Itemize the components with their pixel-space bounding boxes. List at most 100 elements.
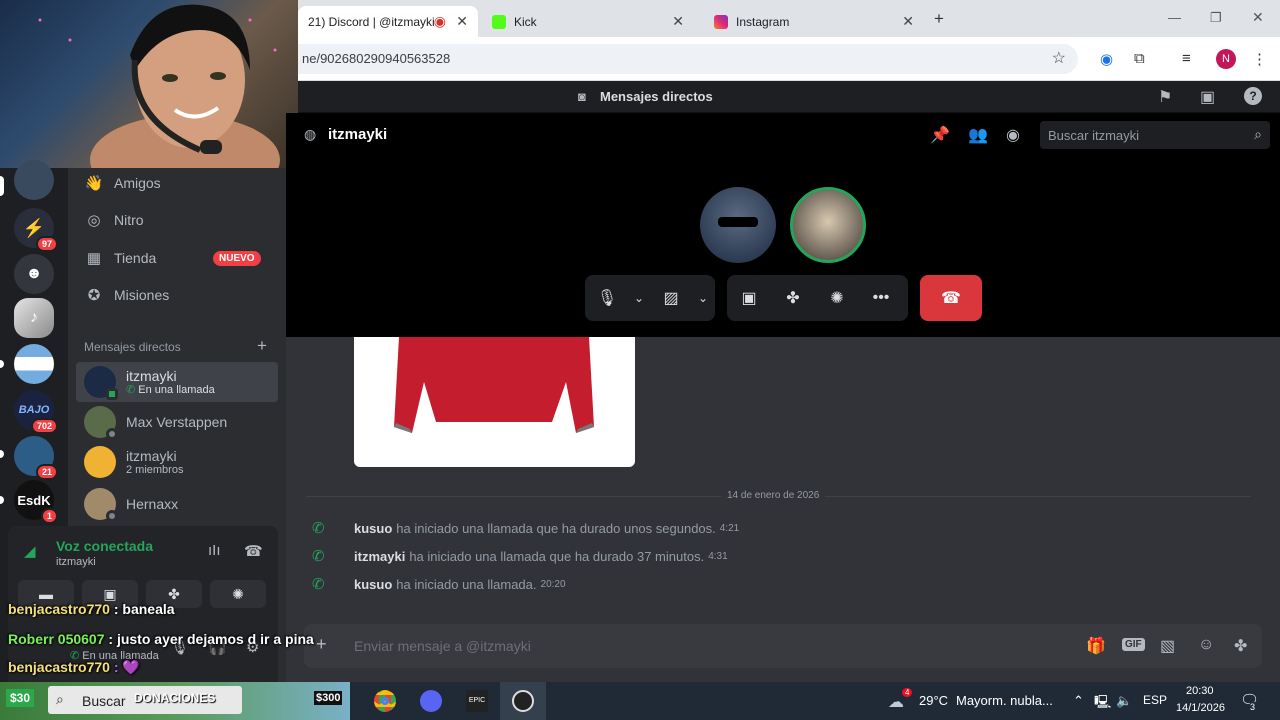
- activities-icon: ✤: [168, 585, 180, 602]
- screen-share-icon[interactable]: ▣: [727, 288, 771, 308]
- tab-discord[interactable]: 21) Discord | @itzmayki ◉ ✕: [298, 6, 478, 37]
- search-input[interactable]: Buscar itzmayki ⌕: [1040, 121, 1270, 149]
- soundboard-icon[interactable]: ✺: [815, 288, 859, 308]
- donation-overlay: $30 ⌕ Buscar DONACIONES $300: [0, 682, 350, 720]
- unread-badge: 21: [35, 464, 58, 480]
- menu-icon[interactable]: ⋮: [1252, 50, 1267, 68]
- emoji-icon[interactable]: ☺: [1198, 636, 1214, 654]
- network-icon[interactable]: 🖳: [1094, 693, 1111, 715]
- close-tab-icon[interactable]: ✕: [902, 13, 914, 30]
- chrome-icon[interactable]: [374, 690, 396, 712]
- speaking-participant-avatar[interactable]: [790, 187, 866, 263]
- pin-icon[interactable]: 📌: [930, 125, 950, 145]
- windows-taskbar: $30 ⌕ Buscar DONACIONES $300 EPIC ☁ 4 29…: [0, 682, 1280, 720]
- inbox-icon[interactable]: ▣: [1200, 87, 1215, 107]
- participant-avatar[interactable]: [700, 187, 776, 263]
- activities-icon[interactable]: ✤: [771, 288, 815, 308]
- close-window-button[interactable]: ✕: [1252, 9, 1264, 26]
- nav-shop[interactable]: ▦ Tienda: [84, 241, 156, 275]
- clock-date[interactable]: 14/1/2026: [1176, 702, 1225, 714]
- dm-item[interactable]: itzmayki 2 miembros: [76, 442, 278, 482]
- phone-icon: ✆: [312, 520, 325, 537]
- dm-name: itzmayki: [126, 367, 177, 384]
- bookmark-star-icon[interactable]: ☆: [1052, 44, 1066, 74]
- server-icon[interactable]: ☻: [14, 254, 54, 294]
- camera-off-icon[interactable]: ▨: [649, 288, 693, 308]
- message-time: 4:31: [708, 550, 728, 562]
- language-indicator[interactable]: ESP: [1143, 693, 1167, 707]
- dm-item[interactable]: itzmayki ✆ En una llamada: [76, 362, 278, 402]
- obs-taskbar-button[interactable]: [500, 682, 546, 720]
- new-tab-button[interactable]: +: [934, 9, 944, 29]
- minimize-button[interactable]: —: [1168, 10, 1181, 25]
- chevron-up-icon[interactable]: ⌃: [1073, 693, 1084, 709]
- flag-icon[interactable]: ⚑: [1158, 87, 1172, 107]
- add-friend-icon[interactable]: 👥: [968, 125, 988, 145]
- message-time: 20:20: [540, 578, 566, 590]
- unread-badge: 1: [40, 508, 58, 524]
- profile-avatar[interactable]: N: [1216, 49, 1236, 69]
- more-icon[interactable]: •••: [859, 289, 903, 307]
- server-icon[interactable]: [14, 160, 54, 200]
- friends-icon: 👋: [84, 175, 104, 192]
- nav-friends[interactable]: 👋 Amigos: [84, 166, 161, 200]
- server-icon[interactable]: BAJO 702: [14, 390, 58, 434]
- url-field[interactable]: ne/902680290940563528 ☆: [298, 44, 1078, 74]
- tab-instagram[interactable]: Instagram ✕: [704, 6, 924, 37]
- close-tab-icon[interactable]: ✕: [672, 13, 684, 30]
- message-author[interactable]: itzmayki: [354, 549, 405, 564]
- server-icon[interactable]: EsdK 1: [14, 480, 58, 524]
- voice-channel[interactable]: itzmayki: [56, 556, 96, 568]
- cast-icon[interactable]: ◉: [1100, 50, 1113, 68]
- sticker-icon[interactable]: ▧: [1160, 636, 1175, 656]
- message-author[interactable]: kusuo: [354, 521, 392, 536]
- server-icon[interactable]: [14, 344, 54, 384]
- create-dm-button[interactable]: +: [257, 336, 267, 356]
- help-icon[interactable]: ?: [1244, 87, 1262, 105]
- soundboard-button[interactable]: ✺: [210, 580, 266, 608]
- message-author[interactable]: kusuo: [354, 577, 392, 592]
- server-icon[interactable]: 21: [14, 436, 58, 480]
- add-attachment-icon[interactable]: +: [316, 634, 327, 655]
- user-profile-icon[interactable]: ◉: [1006, 125, 1020, 145]
- donate-right-amount: $300: [314, 691, 343, 705]
- nitro-icon: ◎: [87, 212, 101, 229]
- mic-icon[interactable]: 🎙: [585, 288, 629, 308]
- tab-discord-label: 21) Discord | @itzmayki: [308, 14, 435, 29]
- weather-icon[interactable]: ☁: [888, 692, 904, 712]
- nav-friends-label: Amigos: [114, 175, 161, 191]
- weather-temp: 29°C: [919, 693, 949, 708]
- server-icon[interactable]: ♪: [14, 298, 54, 338]
- dm-item[interactable]: Hernaxx: [76, 484, 278, 524]
- close-tab-icon[interactable]: ✕: [456, 13, 468, 30]
- media-control-icon[interactable]: ≡: [1182, 50, 1191, 67]
- tab-kick[interactable]: Kick ✕: [482, 6, 694, 37]
- hangup-button[interactable]: ☎: [920, 275, 982, 321]
- discord-title-bar: ◙ Mensajes directos ⚑ ▣ ?: [298, 81, 1280, 113]
- gift-icon[interactable]: 🎁: [1086, 636, 1106, 656]
- call-log-message: ✆ kusuo ha iniciado una llamada. 20:20: [312, 575, 566, 593]
- clock-time[interactable]: 20:30: [1186, 685, 1214, 697]
- discord-taskbar-icon[interactable]: [420, 690, 442, 712]
- server-label: EsdK: [17, 492, 51, 508]
- chevron-down-icon[interactable]: ⌄: [629, 291, 649, 305]
- chevron-down-icon[interactable]: ⌄: [693, 291, 713, 305]
- noise-suppression-icon[interactable]: ıIı: [208, 542, 221, 559]
- server-icon[interactable]: ⚡ 97: [14, 208, 58, 252]
- epic-games-icon[interactable]: EPIC: [466, 690, 488, 712]
- apps-icon[interactable]: ✤: [1234, 636, 1247, 656]
- disconnect-icon[interactable]: ☎: [244, 542, 263, 560]
- notification-count: 3: [1250, 702, 1256, 712]
- message-composer[interactable]: + Enviar mensaje a @itzmayki 🎁 GIF ▧ ☺ ✤: [304, 624, 1262, 668]
- avatar: [84, 488, 118, 522]
- dm-item[interactable]: Max Verstappen: [76, 402, 278, 442]
- volume-icon[interactable]: 🔈: [1116, 693, 1132, 709]
- extensions-icon[interactable]: ⧉: [1134, 50, 1145, 67]
- tab-kick-label: Kick: [514, 14, 537, 29]
- attachment-image[interactable]: [354, 337, 635, 467]
- restore-button[interactable]: ❐: [1210, 10, 1222, 26]
- gif-icon[interactable]: GIF: [1122, 638, 1145, 651]
- nav-nitro-label: Nitro: [114, 212, 144, 228]
- nav-missions[interactable]: ✪ Misiones: [84, 278, 170, 312]
- nav-nitro[interactable]: ◎ Nitro: [84, 203, 144, 237]
